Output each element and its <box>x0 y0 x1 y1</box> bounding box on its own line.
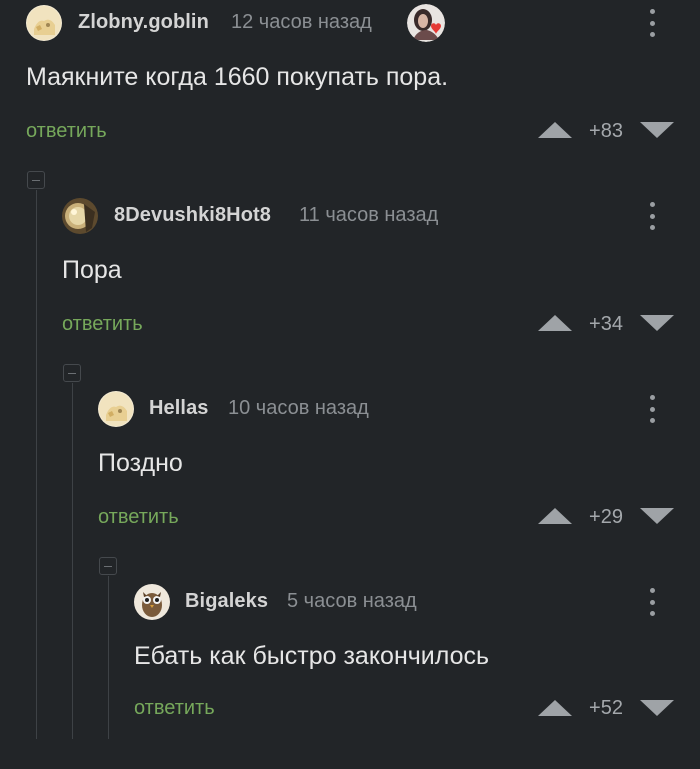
comment-text: Поздно <box>98 449 183 477</box>
username[interactable]: Zlobny.goblin <box>78 11 209 34</box>
reply-link[interactable]: ответить <box>26 120 107 143</box>
vote-down-icon[interactable] <box>640 315 674 331</box>
comment-text: Ебать как быстро закончилось <box>134 642 490 670</box>
more-options-icon[interactable] <box>644 395 660 423</box>
timestamp: 12 часов назад <box>231 11 372 33</box>
comment-score: +52 <box>589 697 623 719</box>
user-badge-icon <box>407 4 445 42</box>
comment: Bigaleks 5 часов назад Ебать как быстро … <box>0 579 700 769</box>
timestamp: 5 часов назад <box>287 590 417 612</box>
username[interactable]: Bigaleks <box>185 590 268 613</box>
comment: Zlobny.goblin 12 часов назад Маякните ко… <box>0 0 700 190</box>
reply-link[interactable]: ответить <box>98 506 179 529</box>
comment-score: +29 <box>589 506 623 528</box>
avatar[interactable] <box>62 198 98 234</box>
timestamp: 10 часов назад <box>228 397 369 419</box>
comment-score: +83 <box>589 120 623 142</box>
vote-up-icon[interactable] <box>538 700 572 716</box>
reply-link[interactable]: ответить <box>62 313 143 336</box>
comment-text: Пора <box>62 256 122 284</box>
comment-score: +34 <box>589 313 623 335</box>
vote-up-icon[interactable] <box>538 315 572 331</box>
comment: Hellas 10 часов назад Поздно ответить +2… <box>0 386 700 576</box>
more-options-icon[interactable] <box>644 588 660 616</box>
reply-link[interactable]: ответить <box>134 697 215 720</box>
comment: 8Devushki8Hot8 11 часов назад Пора ответ… <box>0 193 700 383</box>
vote-up-icon[interactable] <box>538 122 572 138</box>
more-options-icon[interactable] <box>644 9 660 37</box>
vote-down-icon[interactable] <box>640 508 674 524</box>
avatar[interactable] <box>26 5 62 41</box>
username[interactable]: 8Devushki8Hot8 <box>114 204 271 227</box>
avatar[interactable] <box>134 584 170 620</box>
username[interactable]: Hellas <box>149 397 209 420</box>
vote-up-icon[interactable] <box>538 508 572 524</box>
vote-down-icon[interactable] <box>640 700 674 716</box>
vote-down-icon[interactable] <box>640 122 674 138</box>
avatar[interactable] <box>98 391 134 427</box>
timestamp: 11 часов назад <box>299 204 439 226</box>
comment-text: Маякните когда 1660 покупать пора. <box>26 63 449 91</box>
more-options-icon[interactable] <box>644 202 660 230</box>
